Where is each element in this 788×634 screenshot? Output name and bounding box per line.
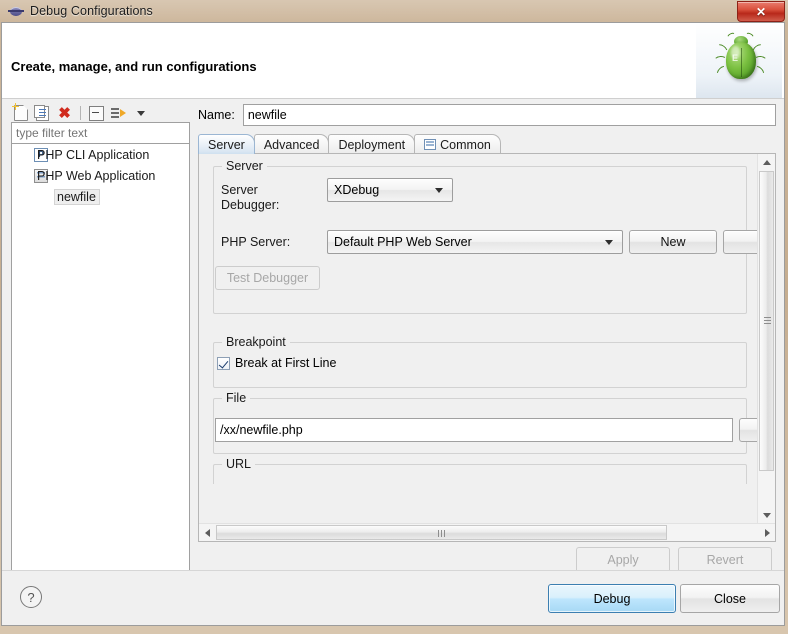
tab-label: Server: [208, 137, 245, 152]
collapse-all-icon[interactable]: [87, 104, 106, 122]
apply-label: Apply: [607, 553, 639, 567]
dialog-banner: Create, manage, and run configurations E: [2, 23, 784, 99]
configurations-panel: ✖ P PHP CLI Application: [11, 103, 190, 584]
tab-bar: Server Advanced Deployment Common: [198, 133, 776, 154]
tab-common[interactable]: Common: [414, 134, 501, 154]
debug-button[interactable]: Debug: [548, 584, 676, 613]
vertical-scroll-thumb[interactable]: [759, 171, 774, 471]
new-server-label: New: [660, 235, 686, 249]
horizontal-scroll-thumb[interactable]: [216, 525, 667, 540]
php-server-label: PHP Server:: [221, 235, 291, 249]
new-server-button[interactable]: New: [629, 230, 717, 254]
banner-graphic: E: [696, 23, 782, 98]
filter-configurations-icon[interactable]: [109, 104, 128, 122]
bug-letter: E: [732, 53, 739, 63]
close-label: Close: [714, 591, 746, 606]
tab-label: Deployment: [338, 137, 406, 152]
php-server-value: Default PHP Web Server: [334, 235, 472, 249]
scroll-up-arrow[interactable]: [758, 154, 775, 170]
dialog-footer: ? Debug Close: [2, 570, 784, 625]
test-debugger-button[interactable]: Test Debugger: [215, 266, 320, 290]
tree-item-label: newfile: [54, 188, 100, 205]
break-at-first-line-label: Break at First Line: [235, 356, 337, 370]
dialog-content: ✖ P PHP CLI Application: [2, 99, 784, 612]
tab-advanced[interactable]: Advanced: [253, 134, 330, 154]
server-debugger-value: XDebug: [334, 183, 380, 197]
break-at-first-line-row[interactable]: Break at First Line: [217, 356, 336, 370]
test-debugger-label: Test Debugger: [226, 271, 309, 285]
server-debugger-label-line1: Server: [221, 183, 258, 197]
php-server-select[interactable]: Default PHP Web Server: [327, 230, 623, 254]
tab-deployment[interactable]: Deployment: [328, 134, 416, 154]
debug-configurations-window: Debug Configurations ✕ Create, manage, a…: [0, 0, 788, 634]
server-debugger-label: Server Debugger:: [221, 183, 311, 213]
configure-server-button[interactable]: Co: [723, 230, 757, 254]
scroll-right-arrow[interactable]: [759, 524, 775, 541]
server-group-legend: Server: [222, 159, 267, 173]
delete-configuration-icon[interactable]: ✖: [55, 104, 74, 122]
debug-label: Debug: [593, 591, 631, 606]
horizontal-scrollbar[interactable]: [199, 523, 775, 541]
chevron-down-icon: [435, 188, 443, 193]
new-configuration-icon[interactable]: [11, 103, 30, 122]
chevron-down-icon[interactable]: [131, 104, 150, 122]
server-tab-panel: Server Server Debugger: XDebug PHP Serve…: [198, 153, 776, 542]
chevron-down-icon: [605, 240, 613, 245]
tree-toolbar: ✖: [11, 103, 150, 123]
dialog-frame: Create, manage, and run configurations E: [1, 22, 785, 626]
filter-input[interactable]: [11, 122, 190, 144]
tree-item-php-web-application[interactable]: PHP Web Application: [12, 165, 189, 186]
eclipse-bug-icon: E: [713, 31, 768, 90]
toolbar-divider: [80, 106, 81, 120]
breakpoint-group-legend: Breakpoint: [222, 335, 290, 349]
server-tab-content: Server Server Debugger: XDebug PHP Serve…: [199, 154, 757, 484]
revert-label: Revert: [706, 553, 744, 567]
help-glyph: ?: [27, 589, 35, 605]
url-group: URL: [213, 457, 747, 484]
name-row: Name:: [198, 104, 776, 126]
tab-label: Advanced: [263, 137, 320, 152]
name-label: Name:: [198, 108, 235, 122]
duplicate-configuration-icon[interactable]: [33, 104, 52, 122]
file-browse-button[interactable]: [739, 418, 757, 442]
tab-server[interactable]: Server: [198, 134, 255, 154]
file-group-legend: File: [222, 391, 251, 405]
server-debugger-select[interactable]: XDebug: [327, 178, 453, 202]
tree-item-label: PHP Web Application: [37, 168, 156, 183]
tree-item-newfile[interactable]: newfile: [12, 186, 189, 207]
tab-label: Common: [440, 137, 491, 152]
name-input[interactable]: [242, 104, 776, 126]
file-path-input[interactable]: [215, 418, 733, 442]
configurations-tree[interactable]: P PHP CLI Application PHP Web Applicatio…: [11, 144, 190, 584]
window-close-button[interactable]: ✕: [737, 1, 785, 22]
scroll-left-arrow[interactable]: [199, 524, 215, 541]
url-group-legend: URL: [222, 457, 256, 471]
scroll-down-arrow[interactable]: [758, 507, 775, 523]
page-title: Create, manage, and run configurations: [11, 59, 257, 74]
configuration-editor: Name: Server Advanced Deployment: [198, 99, 776, 542]
window-titlebar: Debug Configurations ✕: [0, 0, 788, 22]
vertical-scrollbar[interactable]: [757, 154, 775, 523]
debug-bug-icon: [8, 3, 24, 19]
tree-item-php-cli-application[interactable]: P PHP CLI Application: [12, 144, 189, 165]
help-icon[interactable]: ?: [20, 586, 42, 608]
window-title: Debug Configurations: [30, 4, 153, 18]
common-tab-icon: [424, 139, 437, 150]
break-at-first-line-checkbox[interactable]: [217, 356, 230, 370]
close-icon: ✕: [755, 4, 767, 19]
close-button[interactable]: Close: [680, 584, 780, 613]
server-debugger-label-line2: Debugger:: [221, 198, 280, 212]
tree-item-label: PHP CLI Application: [37, 147, 150, 162]
